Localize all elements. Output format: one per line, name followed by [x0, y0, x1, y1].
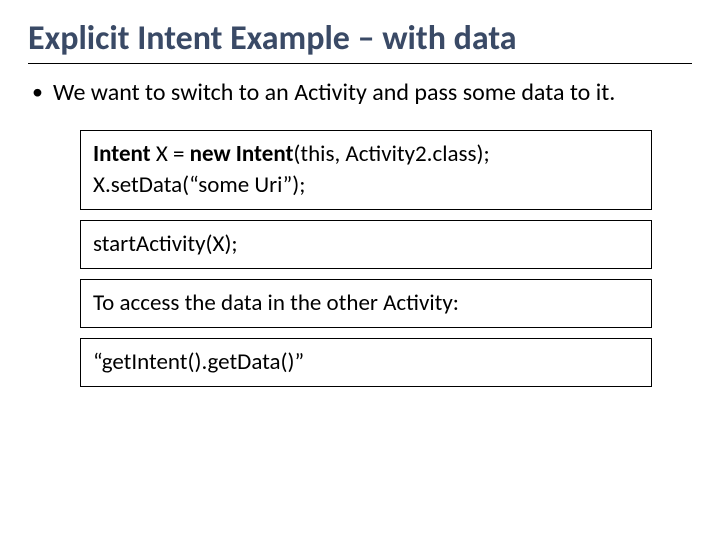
code-text: (this, Activity2.class);: [293, 140, 489, 168]
bullet-text: We want to switch to an Activity and pas…: [53, 78, 672, 108]
page-title: Explicit Intent Example – with data: [28, 18, 692, 64]
bullet-item: • We want to switch to an Activity and p…: [32, 78, 672, 108]
code-line-1: Intent X = new Intent(this, Activity2.cl…: [93, 139, 639, 170]
keyword-new-intent: new Intent: [190, 140, 294, 168]
keyword-intent: Intent: [93, 140, 151, 168]
note-box: To access the data in the other Activity…: [80, 279, 652, 328]
code-line-2: X.setData(“some Uri”);: [93, 170, 639, 201]
code-text: X =: [151, 140, 190, 168]
code-box-intent: Intent X = new Intent(this, Activity2.cl…: [80, 130, 652, 210]
code-boxes: Intent X = new Intent(this, Activity2.cl…: [80, 130, 652, 387]
code-box-start: startActivity(X);: [80, 220, 652, 269]
bullet-dot: •: [32, 78, 43, 107]
slide: Explicit Intent Example – with data • We…: [0, 0, 720, 540]
code-box-getdata: “getIntent().getData()”: [80, 338, 652, 387]
